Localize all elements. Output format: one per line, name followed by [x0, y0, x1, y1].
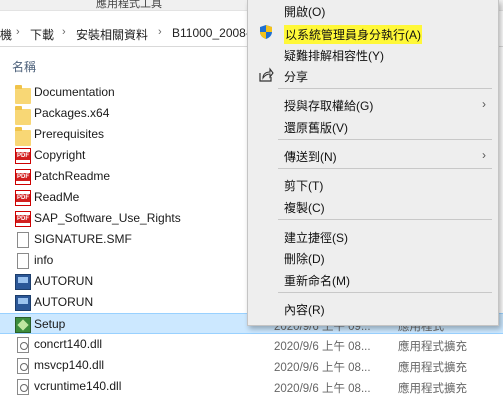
- menu-item-label: 還原舊版(V): [284, 121, 348, 135]
- menu-item-label: 開啟(O): [284, 5, 326, 19]
- name-column-header[interactable]: 名稱: [12, 58, 36, 75]
- chevron-right-icon: ›: [16, 26, 20, 38]
- folder-icon: [15, 127, 31, 146]
- file-name: concrt140.dll: [34, 337, 103, 351]
- file-row[interactable]: vcruntime140.dll 2020/9/6 上午 08... 應用程式擴…: [0, 376, 503, 397]
- file-icon: [17, 253, 29, 269]
- menu-item-label: 傳送到(N): [284, 150, 337, 164]
- shield-icon: [258, 24, 274, 40]
- menu-item-label: 內容(R): [284, 303, 325, 317]
- file-row[interactable]: concrt140.dll 2020/9/6 上午 08... 應用程式擴充: [0, 334, 503, 355]
- menu-item-label: 剪下(T): [284, 179, 324, 193]
- file-type: 應用程式擴充: [398, 383, 467, 395]
- menu-item-open[interactable]: 開啟(O): [248, 0, 498, 20]
- file-name: Prerequisites: [34, 127, 105, 141]
- menu-item-create-shortcut[interactable]: 建立捷徑(S): [248, 226, 498, 246]
- menu-divider: [278, 88, 492, 89]
- menu-divider: [278, 168, 492, 169]
- menu-item-rename[interactable]: 重新命名(M): [248, 269, 498, 289]
- file-name: AUTORUN: [34, 274, 94, 288]
- file-name: AUTORUN: [34, 295, 94, 309]
- file-name: vcruntime140.dll: [34, 379, 122, 393]
- file-type: 應用程式擴充: [398, 341, 467, 353]
- file-type: 應用程式擴充: [398, 362, 467, 374]
- dll-icon: [17, 379, 29, 395]
- file-name: SIGNATURE.SMF: [34, 232, 132, 246]
- menu-item-label: 以系統管理員身分執行(A): [284, 25, 422, 44]
- app-icon: [15, 274, 31, 290]
- file-name: Documentation: [34, 85, 115, 99]
- file-name: Packages.x64: [34, 106, 110, 120]
- breadcrumb-install-data[interactable]: 安裝相關資料: [76, 26, 148, 43]
- menu-item-troubleshoot[interactable]: 疑難排解相容性(Y): [248, 44, 498, 64]
- file-row[interactable]: msvcp140.dll 2020/9/6 上午 08... 應用程式擴充: [0, 355, 503, 376]
- app-icon: [15, 295, 31, 311]
- chevron-right-icon: ›: [482, 97, 486, 111]
- chevron-right-icon: ›: [158, 26, 162, 38]
- pdf-icon: PDF: [15, 148, 31, 164]
- share-icon: [258, 67, 274, 83]
- tab-app-tools[interactable]: 應用程式工具: [96, 0, 162, 10]
- file-icon: [17, 232, 29, 248]
- menu-divider: [278, 219, 492, 220]
- file-name: PatchReadme: [34, 169, 111, 183]
- file-name: Copyright: [34, 148, 86, 162]
- file-name: SAP_Software_Use_Rights: [34, 211, 181, 225]
- file-date: 2020/9/6 上午 08...: [274, 362, 371, 374]
- menu-item-properties[interactable]: 內容(R): [248, 298, 498, 318]
- menu-item-send-to[interactable]: 傳送到(N) ›: [248, 145, 498, 165]
- file-name: ReadMe: [34, 190, 80, 204]
- pdf-icon: PDF: [15, 190, 31, 206]
- file-date: 2020/9/6 上午 08...: [274, 341, 371, 353]
- menu-item-label: 疑難排解相容性(Y): [284, 49, 384, 63]
- menu-item-label: 建立捷徑(S): [284, 231, 348, 245]
- menu-item-label: 複製(C): [284, 201, 325, 215]
- menu-item-delete[interactable]: 刪除(D): [248, 247, 498, 267]
- pdf-icon: PDF: [15, 169, 31, 185]
- menu-divider: [278, 139, 492, 140]
- menu-item-label: 分享: [284, 70, 309, 84]
- menu-item-restore[interactable]: 還原舊版(V): [248, 116, 498, 136]
- dll-icon: [17, 358, 29, 374]
- menu-item-cut[interactable]: 剪下(T): [248, 174, 498, 194]
- folder-icon: [15, 85, 31, 104]
- breadcrumb-downloads[interactable]: 下載: [30, 26, 54, 43]
- file-name: info: [34, 253, 54, 267]
- file-date: 2020/9/6 上午 08...: [274, 383, 371, 395]
- menu-item-share[interactable]: 分享: [248, 65, 498, 85]
- chevron-right-icon: ›: [62, 26, 66, 38]
- menu-item-label: 授與存取權給(G): [284, 99, 374, 113]
- menu-item-label: 重新命名(M): [284, 274, 350, 288]
- folder-icon: [15, 106, 31, 125]
- pdf-icon: PDF: [15, 211, 31, 227]
- setup-icon: [15, 317, 31, 333]
- chevron-right-icon: ›: [482, 148, 486, 162]
- menu-item-copy[interactable]: 複製(C): [248, 196, 498, 216]
- file-name: msvcp140.dll: [34, 358, 105, 372]
- menu-item-give-access[interactable]: 授與存取權給(G) ›: [248, 94, 498, 114]
- dll-icon: [17, 337, 29, 353]
- menu-item-label: 刪除(D): [284, 252, 325, 266]
- menu-item-run-as-admin[interactable]: 以系統管理員身分執行(A): [248, 22, 498, 44]
- breadcrumb-b11000[interactable]: B11000_2008-: [172, 26, 250, 40]
- context-menu: 開啟(O) 以系統管理員身分執行(A) 疑難排解相容性(Y) 分享 授與存取權給…: [247, 0, 499, 326]
- menu-divider: [278, 292, 492, 293]
- breadcrumb-this-pc[interactable]: 機: [0, 26, 12, 43]
- file-name: Setup: [34, 317, 66, 331]
